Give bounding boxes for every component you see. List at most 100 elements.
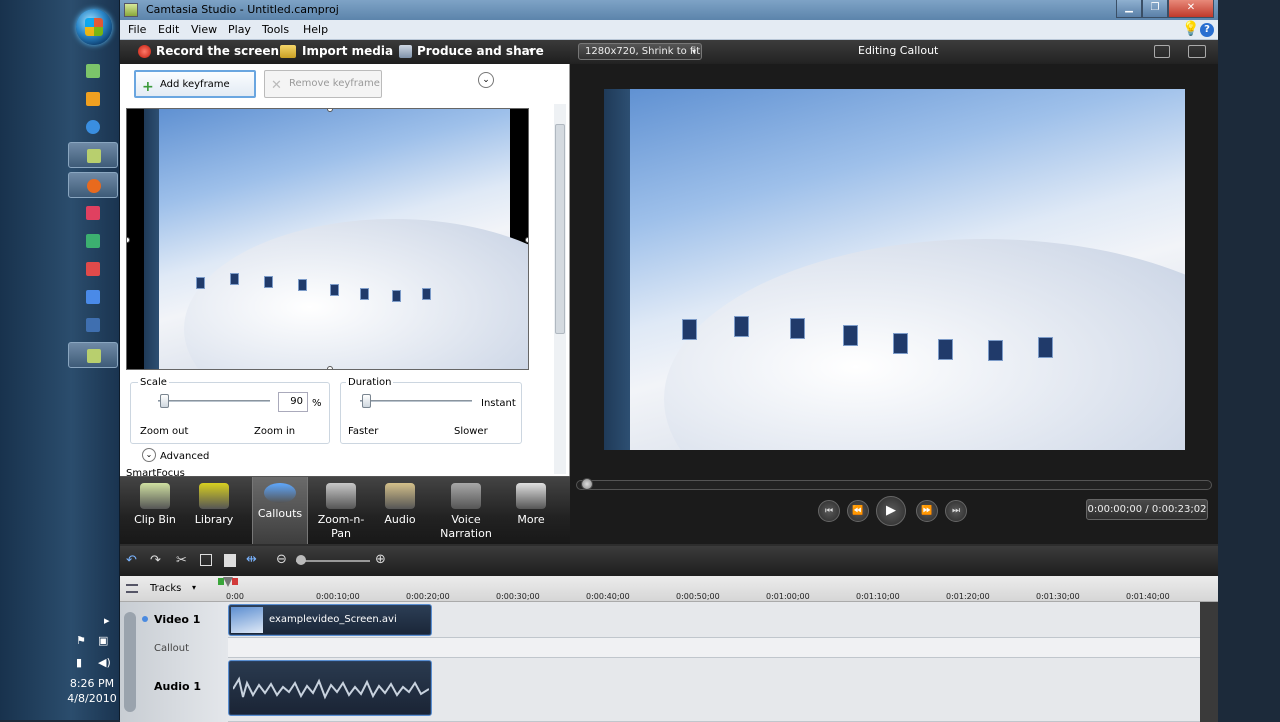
scale-unit: %	[312, 398, 322, 409]
jump-to-end-button[interactable]: ⏭	[945, 500, 967, 522]
callout-track-label[interactable]: Callout	[154, 643, 189, 654]
audio-track-row[interactable]	[228, 658, 1200, 722]
close-button[interactable]: ✕	[1168, 0, 1214, 18]
tracks-menu-icon[interactable]	[126, 584, 138, 593]
callout-track-row[interactable]	[228, 638, 1200, 658]
tool-library[interactable]: Library	[186, 477, 242, 545]
video-canvas[interactable]	[604, 89, 1185, 450]
track-height-slider[interactable]	[124, 612, 136, 712]
undo-icon[interactable]: ↶	[126, 553, 137, 568]
taskbar-item-camtasia[interactable]	[68, 142, 118, 168]
taskbar-item-firefox[interactable]	[68, 172, 118, 198]
jump-to-start-button[interactable]: ⏮	[818, 500, 840, 522]
instant-label: Instant	[481, 398, 516, 409]
menu-edit[interactable]: Edit	[158, 23, 179, 36]
zoom-handle[interactable]	[327, 366, 333, 369]
menu-help[interactable]: Help	[303, 23, 328, 36]
tool-clip-bin[interactable]: Clip Bin	[128, 477, 182, 545]
taskbar-clock[interactable]: 8:26 PM 4/8/2010	[64, 676, 120, 706]
record-screen-button[interactable]: Record the screen	[156, 44, 279, 58]
help-icon[interactable]: ?	[1200, 23, 1214, 37]
tool-label: Callouts	[257, 507, 303, 520]
zoom-in-icon[interactable]: ⊕	[375, 552, 386, 567]
play-button[interactable]: ▶	[876, 496, 906, 526]
scrollbar-thumb[interactable]	[555, 124, 565, 334]
taskbar-item-camtasia-recorder[interactable]	[68, 342, 118, 368]
produce-dropdown-icon[interactable]: ▾	[529, 46, 533, 55]
menu-play[interactable]: Play	[228, 23, 251, 36]
maximize-button[interactable]: ❐	[1142, 0, 1168, 18]
zoom-out-icon[interactable]: ⊖	[276, 552, 287, 567]
video-clip[interactable]: examplevideo_Screen.avi	[228, 604, 432, 636]
taskbar-item[interactable]	[68, 312, 118, 338]
split-icon[interactable]: ⇹	[246, 552, 257, 567]
minimize-button[interactable]: ▁	[1116, 0, 1142, 18]
preview-size-dropdown[interactable]: 1280x720, Shrink to fit ▾	[578, 43, 702, 60]
scale-value-input[interactable]: 90	[278, 392, 308, 412]
timeline-scrollbar[interactable]	[1200, 602, 1218, 722]
produce-share-button[interactable]: Produce and share	[417, 44, 544, 58]
expand-advanced-icon[interactable]: ⌄	[142, 448, 156, 462]
tracks-dropdown-icon[interactable]: ▾	[192, 583, 196, 592]
taskbar-item[interactable]	[68, 200, 118, 226]
menu-view[interactable]: View	[191, 23, 217, 36]
tool-voice-narration[interactable]: Voice Narration	[434, 477, 498, 545]
timeline-ruler[interactable]: Tracks ▾ 0:00 0:00:10;00 0:00:20;00 0:00:30…	[120, 576, 1218, 602]
volume-icon[interactable]: ◀)	[98, 656, 111, 669]
taskbar-item[interactable]	[68, 58, 118, 84]
menu-tools[interactable]: Tools	[262, 23, 289, 36]
taskbar-item[interactable]	[68, 114, 118, 140]
remove-keyframe-button[interactable]: ✕ Remove keyframe	[264, 70, 382, 98]
task-pane-scrollbar[interactable]	[554, 104, 566, 474]
video-track-label[interactable]: Video 1	[154, 613, 200, 626]
tool-label: Voice Narration	[440, 513, 492, 540]
redo-icon[interactable]: ↷	[150, 553, 161, 568]
rewind-button[interactable]: ⏪	[847, 500, 869, 522]
tool-zoom-n-pan[interactable]: Zoom-n- Pan	[310, 477, 372, 545]
network-icon[interactable]: ▮	[76, 656, 82, 669]
tool-audio[interactable]: Audio	[376, 477, 424, 545]
zoom-handle[interactable]	[127, 237, 130, 243]
scale-slider-track[interactable]	[158, 400, 270, 402]
audio-track-label[interactable]: Audio 1	[154, 680, 201, 693]
wallpaper-wave	[184, 219, 528, 369]
import-media-button[interactable]: Import media	[302, 44, 393, 58]
start-button[interactable]	[76, 9, 112, 45]
tool-strip: Clip Bin Library Callouts Zoom-n- Pan Audio V…	[120, 476, 570, 545]
playback-scrubber[interactable]	[576, 478, 1212, 490]
advanced-toggle[interactable]: Advanced	[160, 451, 209, 462]
tracks-label[interactable]: Tracks	[150, 583, 181, 594]
show-hidden-icons-icon[interactable]: ▸	[104, 614, 110, 627]
audio-clip[interactable]	[228, 660, 432, 716]
taskbar-item[interactable]	[68, 228, 118, 254]
collapse-icon[interactable]: ⌄	[478, 72, 494, 88]
taskbar-item[interactable]	[68, 86, 118, 112]
tool-callouts[interactable]: Callouts	[252, 477, 308, 545]
menu-file[interactable]: File	[128, 23, 146, 36]
fast-forward-button[interactable]: ⏩	[916, 500, 938, 522]
detach-preview-icon[interactable]	[1188, 45, 1206, 58]
fullscreen-icon[interactable]	[1154, 45, 1170, 58]
title-bar[interactable]: Camtasia Studio - Untitled.camproj ▁ ❐ ✕	[120, 0, 1218, 20]
timeline-zoom-slider[interactable]	[296, 560, 370, 562]
timeline-zoom-thumb[interactable]	[296, 555, 306, 565]
device-icon[interactable]: ▣	[98, 634, 108, 647]
zoom-handle[interactable]	[525, 237, 528, 243]
scale-slider-thumb[interactable]	[160, 394, 170, 408]
video-track-dot-icon	[142, 616, 148, 622]
lightbulb-icon[interactable]: 💡	[1182, 21, 1199, 37]
action-center-icon[interactable]: ⚑	[76, 634, 86, 647]
taskbar-item[interactable]	[68, 256, 118, 282]
taskbar-item[interactable]	[68, 284, 118, 310]
duration-slider-thumb[interactable]	[362, 394, 372, 408]
tool-more[interactable]: More	[500, 477, 562, 545]
cut-icon[interactable]: ✂	[176, 553, 187, 568]
in-point-marker[interactable]	[218, 578, 224, 585]
video-track-row[interactable]: examplevideo_Screen.avi	[228, 602, 1200, 638]
add-keyframe-button[interactable]: + Add keyframe	[134, 70, 256, 98]
paste-icon[interactable]	[224, 554, 236, 567]
zoom-preview-thumbnail[interactable]	[126, 108, 529, 370]
playhead-thumb[interactable]	[581, 478, 593, 490]
duration-slider-track[interactable]	[360, 400, 472, 402]
copy-icon[interactable]	[200, 554, 212, 566]
